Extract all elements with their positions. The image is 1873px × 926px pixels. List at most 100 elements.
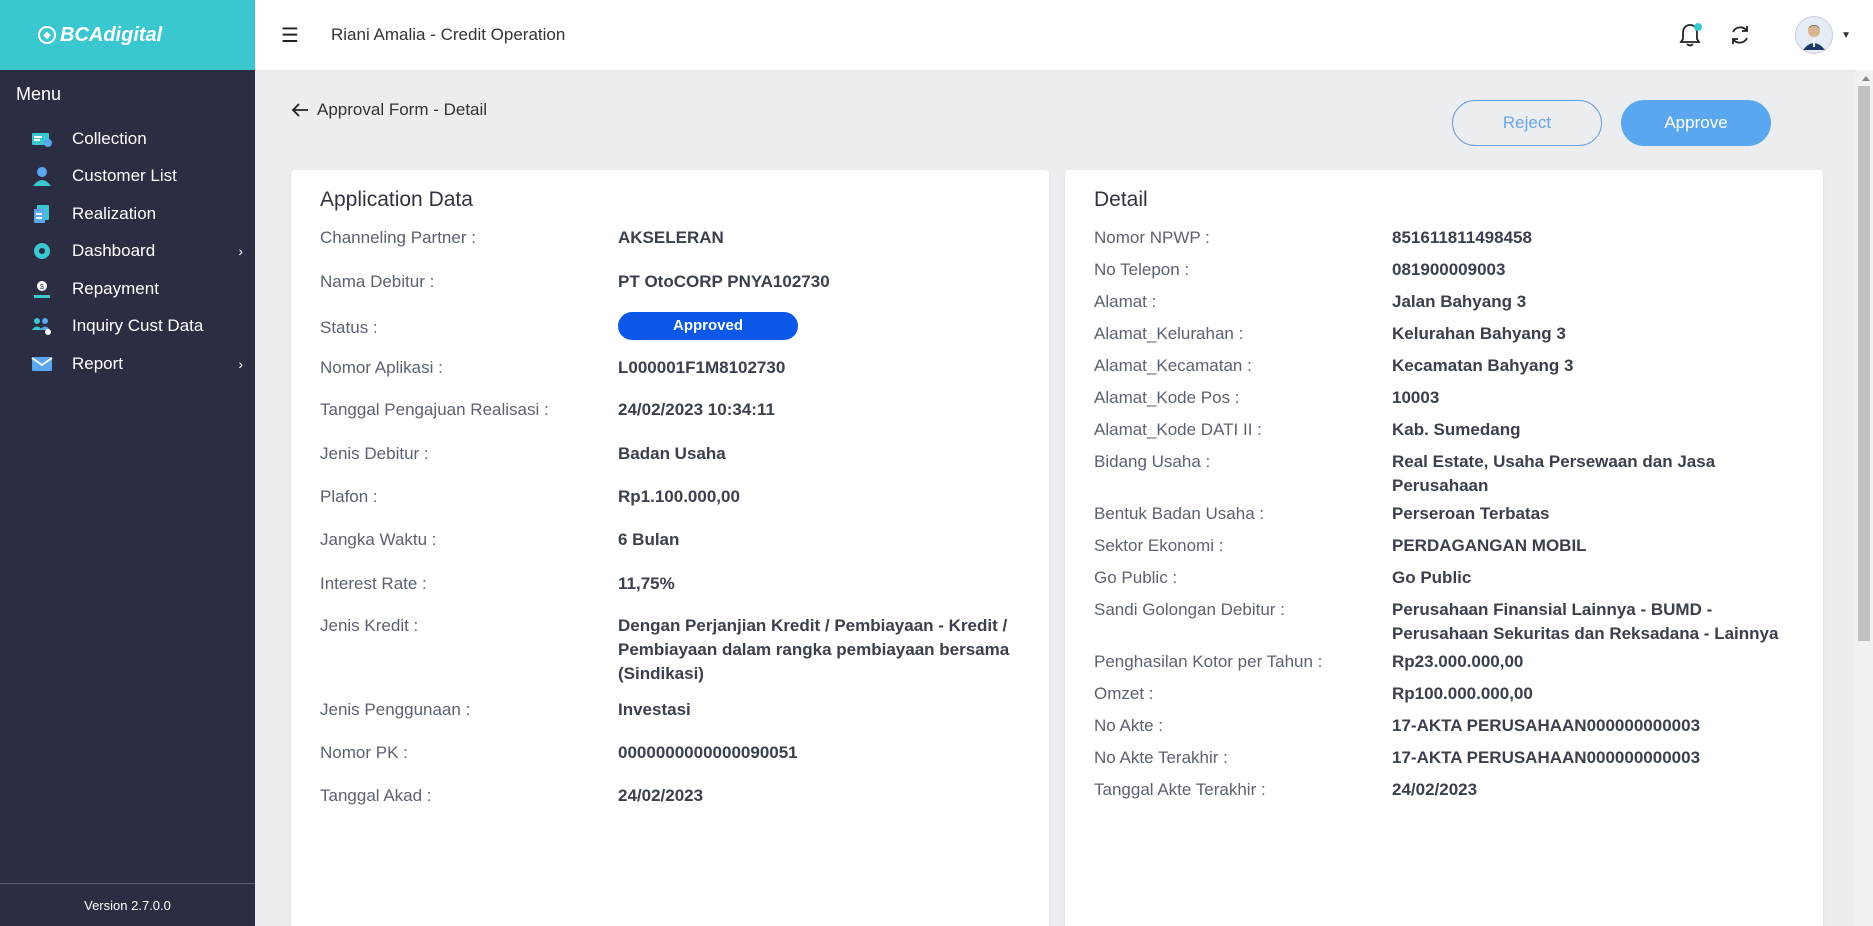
field-value: 24/02/2023 10:34:11 — [618, 400, 775, 419]
field-label: Sandi Golongan Debitur : — [1094, 600, 1285, 619]
detail-card: Detail Nomor NPWP : 851611811498458 No T… — [1065, 170, 1823, 926]
field-row: Tanggal Akte Terakhir : 24/02/2023 — [1094, 778, 1803, 802]
document-icon — [30, 203, 54, 225]
field-value: Rp23.000.000,00 — [1392, 652, 1524, 671]
chevron-right-icon: › — [238, 243, 243, 260]
field-value: AKSELERAN — [618, 228, 724, 247]
svg-text:$: $ — [40, 284, 44, 291]
sidebar-item-label: Repayment — [72, 278, 159, 298]
field-row: Interest Rate : 11,75% — [320, 572, 1029, 596]
sidebar-item-label: Realization — [72, 203, 157, 223]
chevron-down-icon[interactable]: ▼ — [1841, 30, 1851, 41]
field-label: Tanggal Pengajuan Realisasi : — [320, 400, 549, 419]
field-row: Status : Approved — [320, 312, 1029, 340]
field-label: Status : — [320, 318, 378, 337]
sidebar-item-report[interactable]: Report › — [0, 345, 255, 383]
topbar: ☰ Riani Amalia - Credit Operation ▼ — [255, 0, 1873, 70]
application-data-card: Application Data Channeling Partner : AK… — [291, 170, 1049, 926]
field-value: Dengan Perjanjian Kredit / Pembiayaan - … — [618, 616, 1010, 683]
field-row: Plafon : Rp1.100.000,00 — [320, 485, 1029, 509]
refresh-icon[interactable] — [1727, 22, 1753, 48]
avatar[interactable] — [1795, 16, 1834, 54]
field-value: 6 Bulan — [618, 530, 680, 549]
field-label: Tanggal Akte Terakhir : — [1094, 780, 1266, 799]
dashboard-icon — [30, 240, 54, 262]
sidebar-item-label: Inquiry Cust Data — [72, 316, 204, 336]
field-value: 0000000000000090051 — [618, 743, 798, 762]
field-label: Alamat : — [1094, 292, 1157, 311]
approve-button[interactable]: Approve — [1621, 100, 1771, 146]
field-value: Jalan Bahyang 3 — [1392, 292, 1527, 311]
field-label: Omzet : — [1094, 684, 1154, 703]
field-row: Jenis Kredit : Dengan Perjanjian Kredit … — [320, 614, 1029, 686]
sidebar-item-realization[interactable]: Realization — [0, 195, 255, 233]
field-row: Alamat : Jalan Bahyang 3 — [1094, 290, 1803, 314]
user-role-title: Riani Amalia - Credit Operation — [331, 25, 566, 44]
page-scrollbar[interactable] — [1855, 70, 1873, 926]
field-value: L000001F1M8102730 — [618, 358, 786, 377]
field-row: Alamat_Kecamatan : Kecamatan Bahyang 3 — [1094, 354, 1803, 378]
field-value: PT OtoCORP PNYA102730 — [618, 272, 830, 291]
sidebar-item-label: Report — [72, 353, 124, 373]
sidebar-item-dashboard[interactable]: Dashboard › — [0, 233, 255, 271]
field-label: No Akte Terakhir : — [1094, 748, 1228, 767]
field-value: 081900009003 — [1392, 260, 1506, 279]
field-value: Perseroan Terbatas — [1392, 504, 1550, 523]
field-label: Jenis Penggunaan : — [320, 700, 471, 719]
field-row: Jenis Penggunaan : Investasi — [320, 698, 1029, 722]
field-row: Sektor Ekonomi : PERDAGANGAN MOBIL — [1094, 534, 1803, 558]
brand-header: ◆ BCAdigital — [0, 0, 255, 70]
status-badge: Approved — [618, 312, 798, 340]
field-row: Alamat_Kelurahan : Kelurahan Bahyang 3 — [1094, 322, 1803, 346]
field-value: PERDAGANGAN MOBIL — [1392, 536, 1587, 555]
scrollbar-thumb[interactable] — [1858, 86, 1870, 641]
field-value: Investasi — [618, 700, 691, 719]
field-label: Nama Debitur : — [320, 272, 435, 291]
sidebar-item-label: Dashboard — [72, 241, 156, 261]
version-label: Version 2.7.0.0 — [0, 883, 255, 926]
field-label: Alamat_Kode DATI II : — [1094, 420, 1262, 439]
sidebar-item-customer-list[interactable]: Customer List — [0, 158, 255, 196]
field-row: Nomor Aplikasi : L000001F1M8102730 — [320, 356, 1029, 380]
reject-button[interactable]: Reject — [1452, 100, 1602, 146]
field-value: Badan Usaha — [618, 444, 726, 463]
field-label: Tanggal Akad : — [320, 786, 432, 805]
field-row: Jangka Waktu : 6 Bulan — [320, 528, 1029, 552]
field-row: No Telepon : 081900009003 — [1094, 258, 1803, 282]
sidebar-item-inquiry-cust-data[interactable]: Inquiry Cust Data — [0, 308, 255, 346]
scroll-up-arrow-icon[interactable] — [1862, 76, 1870, 81]
sidebar-item-repayment[interactable]: $ Repayment — [0, 270, 255, 308]
hamburger-menu-icon[interactable]: ☰ — [281, 23, 303, 48]
repayment-icon: $ — [30, 278, 54, 300]
sidebar-item-collection[interactable]: Collection — [0, 120, 255, 158]
field-row: Jenis Debitur : Badan Usaha — [320, 442, 1029, 466]
field-label: Channeling Partner : — [320, 228, 476, 247]
sidebar: ◆ BCAdigital Menu Collection Customer Li… — [0, 0, 255, 926]
chevron-right-icon: › — [238, 355, 243, 372]
field-value: 24/02/2023 — [618, 786, 704, 805]
main-content: Approval Form - Detail Reject Approve Ap… — [255, 70, 1855, 926]
notification-bell-icon[interactable] — [1677, 22, 1703, 48]
field-label: Alamat_Kelurahan : — [1094, 324, 1244, 343]
field-label: Sektor Ekonomi : — [1094, 536, 1224, 555]
sidebar-item-label: Collection — [72, 128, 147, 148]
field-label: No Akte : — [1094, 716, 1163, 735]
bcadigital-logo[interactable]: ◆ BCAdigital — [38, 24, 162, 47]
card-title: Application Data — [320, 188, 473, 211]
field-label: No Telepon : — [1094, 260, 1190, 279]
card-title: Detail — [1094, 188, 1148, 211]
field-value: Kelurahan Bahyang 3 — [1392, 324, 1566, 343]
field-value: 851611811498458 — [1392, 228, 1532, 247]
back-link[interactable]: Approval Form - Detail — [291, 100, 487, 120]
field-value: 17-AKTA PERUSAHAAN000000000003 — [1392, 716, 1701, 735]
field-label: Jangka Waktu : — [320, 530, 437, 549]
field-label: Bidang Usaha : — [1094, 452, 1211, 471]
field-value: Perusahaan Finansial Lainnya - BUMD - Pe… — [1392, 600, 1779, 643]
field-label: Nomor NPWP : — [1094, 228, 1210, 247]
sidebar-item-label: Customer List — [72, 166, 177, 186]
field-value: Rp1.100.000,00 — [618, 487, 740, 506]
field-value: Go Public — [1392, 568, 1472, 587]
field-value: Kab. Sumedang — [1392, 420, 1521, 439]
field-label: Alamat_Kecamatan : — [1094, 356, 1252, 375]
page-title: Approval Form - Detail — [317, 100, 488, 119]
